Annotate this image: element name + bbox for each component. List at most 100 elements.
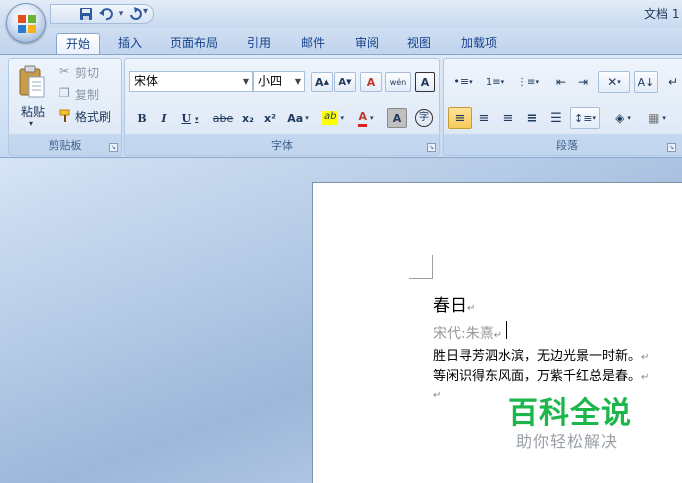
tab-add-ins[interactable]: 加载项 <box>452 33 506 54</box>
strikethrough-button[interactable]: abe <box>209 107 237 129</box>
change-case-icon: Aa <box>287 111 304 125</box>
justify-icon: ≡ <box>526 110 538 126</box>
tab-view[interactable]: 视图 <box>398 33 440 54</box>
paste-dropdown-arrow[interactable]: ▾ <box>29 119 33 128</box>
font-group: 宋体 ▼ 小四 ▼ A ▲ A ▼ A wén A B I U ▾ abe x₂… <box>124 58 440 156</box>
copy-icon: ❐ <box>59 86 70 100</box>
distributed-button[interactable]: ☰ <box>544 107 568 129</box>
font-color-button[interactable]: A ▾ <box>351 107 381 129</box>
clipboard-group-label: 剪贴板 <box>48 139 82 152</box>
poem-author[interactable]: 宋代:朱熹↵ <box>433 323 502 343</box>
poem-line-1[interactable]: 胜日寻芳泗水滨，无边光景一时新。↵ <box>433 345 649 364</box>
font-name-combo[interactable]: 宋体 ▼ <box>129 71 253 92</box>
copy-label: 复制 <box>75 88 100 102</box>
superscript-icon: x² <box>264 111 276 125</box>
superscript-button[interactable]: x² <box>259 107 281 129</box>
copy-button[interactable]: ❐ 复制 <box>57 85 117 103</box>
empty-paragraph[interactable]: ↵ <box>433 387 441 402</box>
shading-icon: ◈ <box>615 111 625 125</box>
poem-title[interactable]: 春日↵ <box>433 291 475 316</box>
align-center-button[interactable]: ≡ <box>472 107 496 129</box>
save-icon <box>80 8 92 20</box>
subscript-button[interactable]: x₂ <box>237 107 259 129</box>
enclose-characters-button[interactable]: 字 <box>413 107 435 129</box>
tab-references[interactable]: 引用 <box>238 33 280 54</box>
tab-home[interactable]: 开始 <box>56 33 100 54</box>
format-painter-button[interactable]: 格式刷 <box>57 107 121 125</box>
tab-insert[interactable]: 插入 <box>110 33 150 54</box>
phonetic-guide-icon: wén <box>389 77 407 87</box>
font-size-value: 小四 <box>258 74 283 88</box>
undo-button[interactable] <box>97 6 115 22</box>
change-case-button[interactable]: Aa ▾ <box>283 107 313 129</box>
clipboard-dialog-launcher[interactable]: ↘ <box>109 143 118 152</box>
show-marks-button[interactable]: ↵ <box>662 71 682 93</box>
bullets-icon: •≡ <box>453 75 470 88</box>
ribbon: 粘贴 ▾ ✂ 剪切 ❐ 复制 格式刷 剪贴板 ↘ 宋体 ▼ 小四 ▼ A ▲ A… <box>0 54 682 158</box>
decrease-indent-button[interactable]: ⇤ <box>550 71 572 93</box>
chinese-layout-button[interactable]: ✕ ▾ <box>598 71 630 93</box>
paragraph-dialog-launcher[interactable]: ↘ <box>667 143 676 152</box>
highlight-button[interactable]: ab ▾ <box>317 107 349 129</box>
paragraph-mark-icon: ↵ <box>493 330 503 341</box>
increase-indent-icon: ⇥ <box>577 75 589 89</box>
font-color-icon: A <box>358 110 367 127</box>
poem-line-2[interactable]: 等闲识得东风面，万紫千红总是春。↵ <box>433 365 649 384</box>
italic-button[interactable]: I <box>153 107 175 129</box>
clear-formatting-button[interactable]: A <box>360 72 382 92</box>
tab-page-layout[interactable]: 页面布局 <box>162 33 226 54</box>
multilevel-list-button[interactable]: ⋮≡ ▾ <box>512 71 544 93</box>
tab-mailings[interactable]: 邮件 <box>292 33 334 54</box>
watermark-title: 百科全说 <box>508 396 632 431</box>
font-dialog-launcher[interactable]: ↘ <box>427 143 436 152</box>
character-shading-button[interactable]: A <box>387 108 407 128</box>
paragraph-group-label: 段落 <box>556 139 578 152</box>
format-painter-icon <box>59 109 70 122</box>
align-right-icon: ≡ <box>502 110 514 126</box>
line-spacing-button[interactable]: ↕≡ ▾ <box>570 107 600 129</box>
numbering-button[interactable]: 1≡ ▾ <box>480 71 510 93</box>
justify-button[interactable]: ≡ <box>520 107 544 129</box>
paragraph-mark-icon: ↵ <box>433 390 442 401</box>
undo-dropdown-arrow[interactable]: ▾ <box>117 6 125 22</box>
font-size-dropdown-arrow[interactable]: ▼ <box>295 72 301 91</box>
multilevel-list-icon: ⋮≡ <box>517 76 536 88</box>
grow-font-button[interactable]: A ▲ <box>311 72 333 92</box>
paragraph-mark-icon: ↵ <box>641 352 650 363</box>
font-size-combo[interactable]: 小四 ▼ <box>253 71 305 92</box>
paragraph-mark-icon: ↵ <box>667 75 679 89</box>
cut-button[interactable]: ✂ 剪切 <box>57 63 117 81</box>
phonetic-guide-button[interactable]: wén <box>385 72 411 92</box>
paste-button[interactable]: 粘贴 ▾ <box>13 61 51 135</box>
format-painter-label: 格式刷 <box>75 110 112 124</box>
office-button[interactable] <box>6 3 46 43</box>
bold-button[interactable]: B <box>131 107 153 129</box>
bold-icon: B <box>137 111 147 125</box>
customize-toolbar-arrow[interactable]: ▾ <box>143 6 148 17</box>
character-border-button[interactable]: A <box>415 72 435 92</box>
redo-icon <box>130 7 142 20</box>
tab-review[interactable]: 审阅 <box>346 33 388 54</box>
sort-button[interactable]: A↓ <box>634 71 658 93</box>
strikethrough-icon: abe <box>212 111 234 125</box>
bullets-button[interactable]: •≡ ▾ <box>448 71 478 93</box>
font-name-dropdown-arrow[interactable]: ▼ <box>243 72 249 91</box>
underline-button[interactable]: U ▾ <box>175 107 205 129</box>
document-title: 文档 1 <box>644 7 680 21</box>
borders-button[interactable]: ▦ ▾ <box>642 107 672 129</box>
margin-crop-mark <box>409 255 433 279</box>
undo-icon <box>99 8 113 21</box>
shrink-font-button[interactable]: A ▼ <box>334 72 356 92</box>
line-spacing-icon: ↕≡ <box>574 111 593 125</box>
increase-indent-button[interactable]: ⇥ <box>572 71 594 93</box>
save-button[interactable] <box>77 6 95 22</box>
align-right-button[interactable]: ≡ <box>496 107 520 129</box>
font-group-label: 字体 <box>271 139 293 152</box>
clear-formatting-icon: A <box>366 75 376 89</box>
highlight-icon: ab <box>322 111 339 125</box>
align-center-icon: ≡ <box>478 110 490 126</box>
quick-access-toolbar: ▾ <box>50 4 154 24</box>
align-left-button[interactable]: ≡ <box>448 107 472 129</box>
shrink-font-icon: A <box>338 76 347 88</box>
shading-button[interactable]: ◈ ▾ <box>606 107 640 129</box>
